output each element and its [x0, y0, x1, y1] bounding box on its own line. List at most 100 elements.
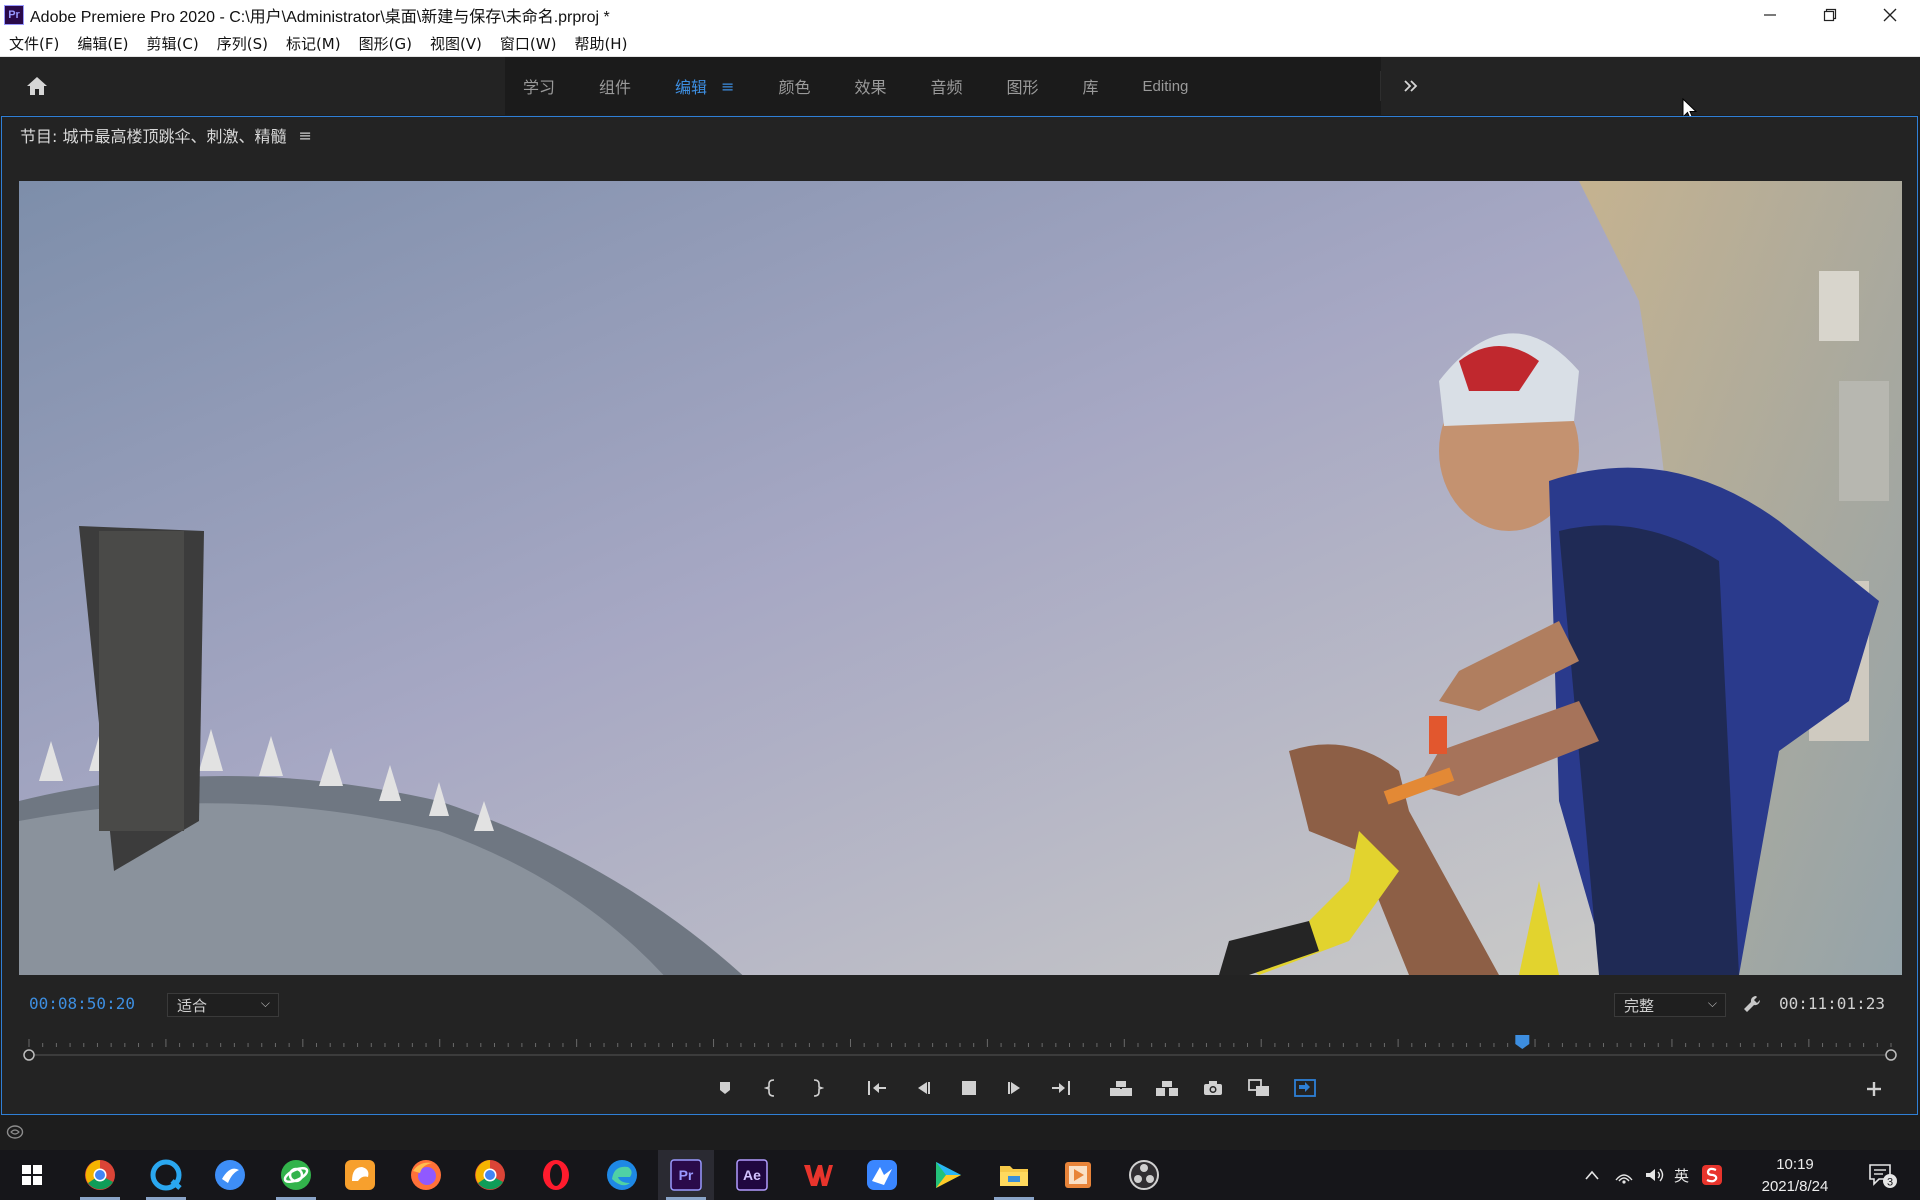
wps-icon [804, 1165, 833, 1186]
extract-button[interactable] [1144, 1074, 1190, 1102]
program-monitor-panel: 节目: 城市最高楼顶跳伞、刺激、精髓 ≡ 00:08:50:20 适合 ⌵ 完整… [1, 116, 1918, 1115]
tab-effects[interactable]: 效果 [836, 57, 912, 115]
taskbar-media-player[interactable] [1050, 1150, 1106, 1200]
taskbar-qq-browser[interactable] [138, 1150, 194, 1200]
minimize-button[interactable] [1740, 0, 1800, 30]
premiere-icon: Pr [670, 1159, 702, 1191]
taskbar-sogou-explorer[interactable] [202, 1150, 258, 1200]
step-forward-icon [1008, 1082, 1020, 1094]
go-to-out-icon [1052, 1081, 1070, 1095]
menu-file[interactable]: 文件(F) [0, 33, 68, 54]
taskbar-obs[interactable] [1116, 1150, 1172, 1200]
volume-icon[interactable] [1644, 1166, 1666, 1184]
panel-menu-icon[interactable]: ≡ [298, 126, 311, 145]
taskbar-opera[interactable] [528, 1150, 584, 1200]
tab-audio[interactable]: 音频 [912, 57, 988, 115]
export-frame-button[interactable] [1190, 1074, 1236, 1102]
menu-markers[interactable]: 标记(M) [277, 33, 350, 54]
taskbar-wps[interactable] [790, 1150, 846, 1200]
premiere-label: Pr [679, 1167, 694, 1183]
restore-button[interactable] [1800, 0, 1860, 30]
playhead[interactable] [1515, 1035, 1530, 1049]
tab-color[interactable]: 颜色 [760, 57, 836, 115]
more-workspaces-button[interactable] [1380, 71, 1440, 101]
action-center-button[interactable]: 3 [1854, 1150, 1910, 1200]
lift-button[interactable] [1098, 1074, 1144, 1102]
taskbar-video-player[interactable] [920, 1150, 976, 1200]
taskbar-feishu[interactable] [854, 1150, 910, 1200]
safe-margins-button[interactable] [1282, 1074, 1328, 1102]
tab-libraries[interactable]: 库 [1065, 57, 1125, 115]
taskbar-file-explorer[interactable] [986, 1150, 1042, 1200]
taskbar-360-browser[interactable] [268, 1150, 324, 1200]
add-marker-button[interactable] [702, 1074, 748, 1102]
after-effects-label: Ae [743, 1167, 761, 1183]
tab-learning[interactable]: 学习 [505, 57, 581, 115]
home-button[interactable] [20, 71, 54, 101]
tab-editing[interactable]: 编辑 ≡ [657, 57, 760, 115]
time-ruler[interactable] [21, 1035, 1899, 1061]
creative-cloud-sync-icon[interactable] [6, 1124, 24, 1140]
settings-wrench-icon[interactable] [1742, 994, 1762, 1014]
comparison-view-icon [1248, 1079, 1269, 1096]
go-to-in-button[interactable] [854, 1074, 900, 1102]
video-preview[interactable] [19, 181, 1902, 975]
system-tray: 英 [1584, 1150, 1723, 1200]
tab-label: 库 [1082, 78, 1099, 97]
go-to-out-button[interactable] [1038, 1074, 1084, 1102]
taskbar-uc-browser[interactable] [332, 1150, 388, 1200]
menu-edit[interactable]: 编辑(E) [68, 33, 137, 54]
step-forward-button[interactable] [992, 1074, 1038, 1102]
stop-button[interactable] [946, 1074, 992, 1102]
extract-icon [1156, 1081, 1178, 1096]
network-icon[interactable] [1614, 1166, 1634, 1184]
duration-timecode: 00:11:01:23 [1779, 994, 1885, 1013]
taskbar-edge[interactable] [594, 1150, 650, 1200]
mark-out-button[interactable] [794, 1074, 840, 1102]
zoom-start-handle[interactable] [23, 1049, 35, 1061]
taskbar: Pr Ae 英 10:19 2021/8/24 3 [0, 1150, 1920, 1200]
360-browser-icon [281, 1160, 311, 1190]
button-editor-add-button[interactable] [1866, 1075, 1882, 1103]
system-clock[interactable]: 10:19 2021/8/24 [1750, 1154, 1840, 1198]
playback-resolution-value: 完整 [1624, 996, 1655, 1015]
comparison-view-button[interactable] [1236, 1074, 1282, 1102]
taskbar-after-effects[interactable]: Ae [724, 1150, 780, 1200]
start-button[interactable] [4, 1150, 60, 1200]
input-method-indicator[interactable]: 英 [1674, 1165, 1689, 1186]
opera-icon [543, 1160, 569, 1190]
tab-assembly[interactable]: 组件 [581, 57, 657, 115]
current-timecode[interactable]: 00:08:50:20 [29, 994, 135, 1013]
hamburger-menu-icon[interactable]: ≡ [721, 77, 734, 96]
close-button[interactable] [1860, 0, 1920, 30]
playback-resolution-select[interactable]: 完整 ⌵ [1614, 993, 1726, 1017]
premiere-app-icon: Pr [4, 5, 24, 25]
taskbar-chrome-2[interactable] [462, 1150, 518, 1200]
chevron-down-icon: ⌵ [260, 996, 270, 1010]
taskbar-firefox[interactable] [398, 1150, 454, 1200]
window-controls [1740, 0, 1920, 30]
menu-clip[interactable]: 剪辑(C) [138, 33, 208, 54]
add-marker-icon [720, 1082, 730, 1094]
firefox-icon [411, 1160, 441, 1190]
tab-label: 颜色 [778, 78, 811, 97]
menu-window[interactable]: 窗口(W) [491, 33, 566, 54]
zoom-end-handle[interactable] [1885, 1049, 1897, 1061]
tab-graphics[interactable]: 图形 [989, 57, 1065, 115]
menu-sequence[interactable]: 序列(S) [208, 33, 277, 54]
workspace-tabs: 学习 组件 编辑 ≡ 颜色 效果 音频 图形 库 Editing [505, 57, 1381, 115]
zoom-level-select[interactable]: 适合 ⌵ [167, 993, 279, 1017]
menu-graphics[interactable]: 图形(G) [350, 33, 421, 54]
mark-in-button[interactable] [748, 1074, 794, 1102]
clock-date: 2021/8/24 [1761, 1178, 1829, 1195]
menu-view[interactable]: 视图(V) [421, 33, 491, 54]
tab-label: 学习 [523, 78, 556, 97]
taskbar-premiere[interactable]: Pr [658, 1150, 714, 1200]
tab-editing-custom[interactable]: Editing [1125, 57, 1215, 115]
clock-time: 10:19 [1776, 1156, 1814, 1173]
sogou-ime-icon[interactable] [1701, 1164, 1723, 1186]
step-back-button[interactable] [900, 1074, 946, 1102]
taskbar-chrome[interactable] [72, 1150, 128, 1200]
show-hidden-icons-chevron-up-icon[interactable] [1584, 1169, 1600, 1181]
menu-help[interactable]: 帮助(H) [565, 33, 636, 54]
